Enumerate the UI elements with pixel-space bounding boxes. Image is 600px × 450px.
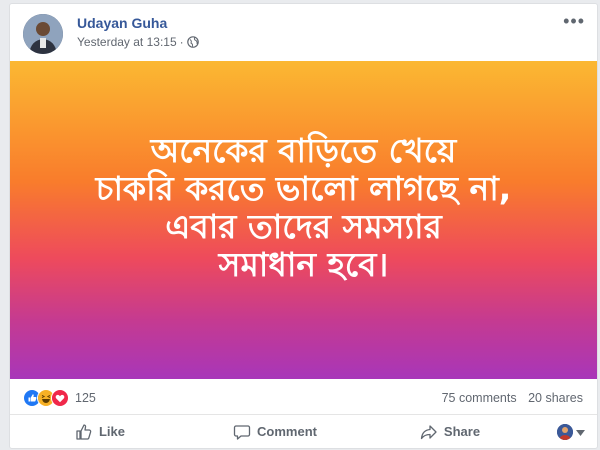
author-name[interactable]: Udayan Guha — [77, 15, 167, 31]
speech-bubble-icon — [233, 423, 251, 441]
status-line: সমাধান হবে। — [218, 245, 389, 284]
comments-count[interactable]: 75 comments — [442, 391, 517, 405]
share-button[interactable]: Share — [370, 415, 530, 448]
like-button[interactable]: Like — [20, 415, 180, 448]
status-line: চাকরি করতে ভালো লাগছে না, — [95, 169, 512, 208]
share-arrow-icon — [420, 423, 438, 441]
author-avatar[interactable] — [23, 14, 63, 54]
thumbs-up-icon — [75, 423, 93, 441]
status-background: অনেকের বাড়িতে খেয়ে চাকরি করতে ভালো লাগ… — [10, 61, 597, 379]
reaction-count[interactable]: 125 — [75, 391, 96, 405]
reaction-summary[interactable]: 125 — [23, 389, 96, 407]
status-line: অনেকের বাড়িতে খেয়ে — [150, 131, 457, 170]
post-header: Udayan Guha Yesterday at 13:15 · ••• — [10, 4, 597, 61]
status-line: এবার তাদের সমস্যার — [165, 207, 442, 246]
post-meta: Yesterday at 13:15 · — [77, 35, 199, 49]
love-reaction-icon — [51, 389, 69, 407]
post-card: Udayan Guha Yesterday at 13:15 · ••• অনে… — [9, 3, 598, 449]
comment-button[interactable]: Comment — [180, 415, 370, 448]
comment-label: Comment — [257, 424, 317, 439]
post-stats: 125 75 comments 20 shares — [10, 380, 597, 415]
shares-count[interactable]: 20 shares — [528, 391, 583, 405]
status-text: অনেকের বাড়িতে খেয়ে চাকরি করতে ভালো লাগ… — [44, 132, 564, 284]
action-bar: Like Comment Share — [10, 415, 597, 448]
engagement-counts: 75 comments 20 shares — [434, 391, 583, 405]
globe-icon[interactable] — [186, 36, 199, 48]
chevron-down-icon — [576, 423, 585, 441]
post-timestamp[interactable]: Yesterday at 13:15 — [77, 35, 177, 49]
like-label: Like — [98, 424, 125, 439]
post-as-selector[interactable] — [557, 423, 585, 441]
viewer-avatar — [557, 424, 573, 440]
meta-separator: · — [179, 35, 184, 49]
more-options-icon[interactable]: ••• — [563, 12, 585, 30]
share-label: Share — [443, 424, 481, 439]
